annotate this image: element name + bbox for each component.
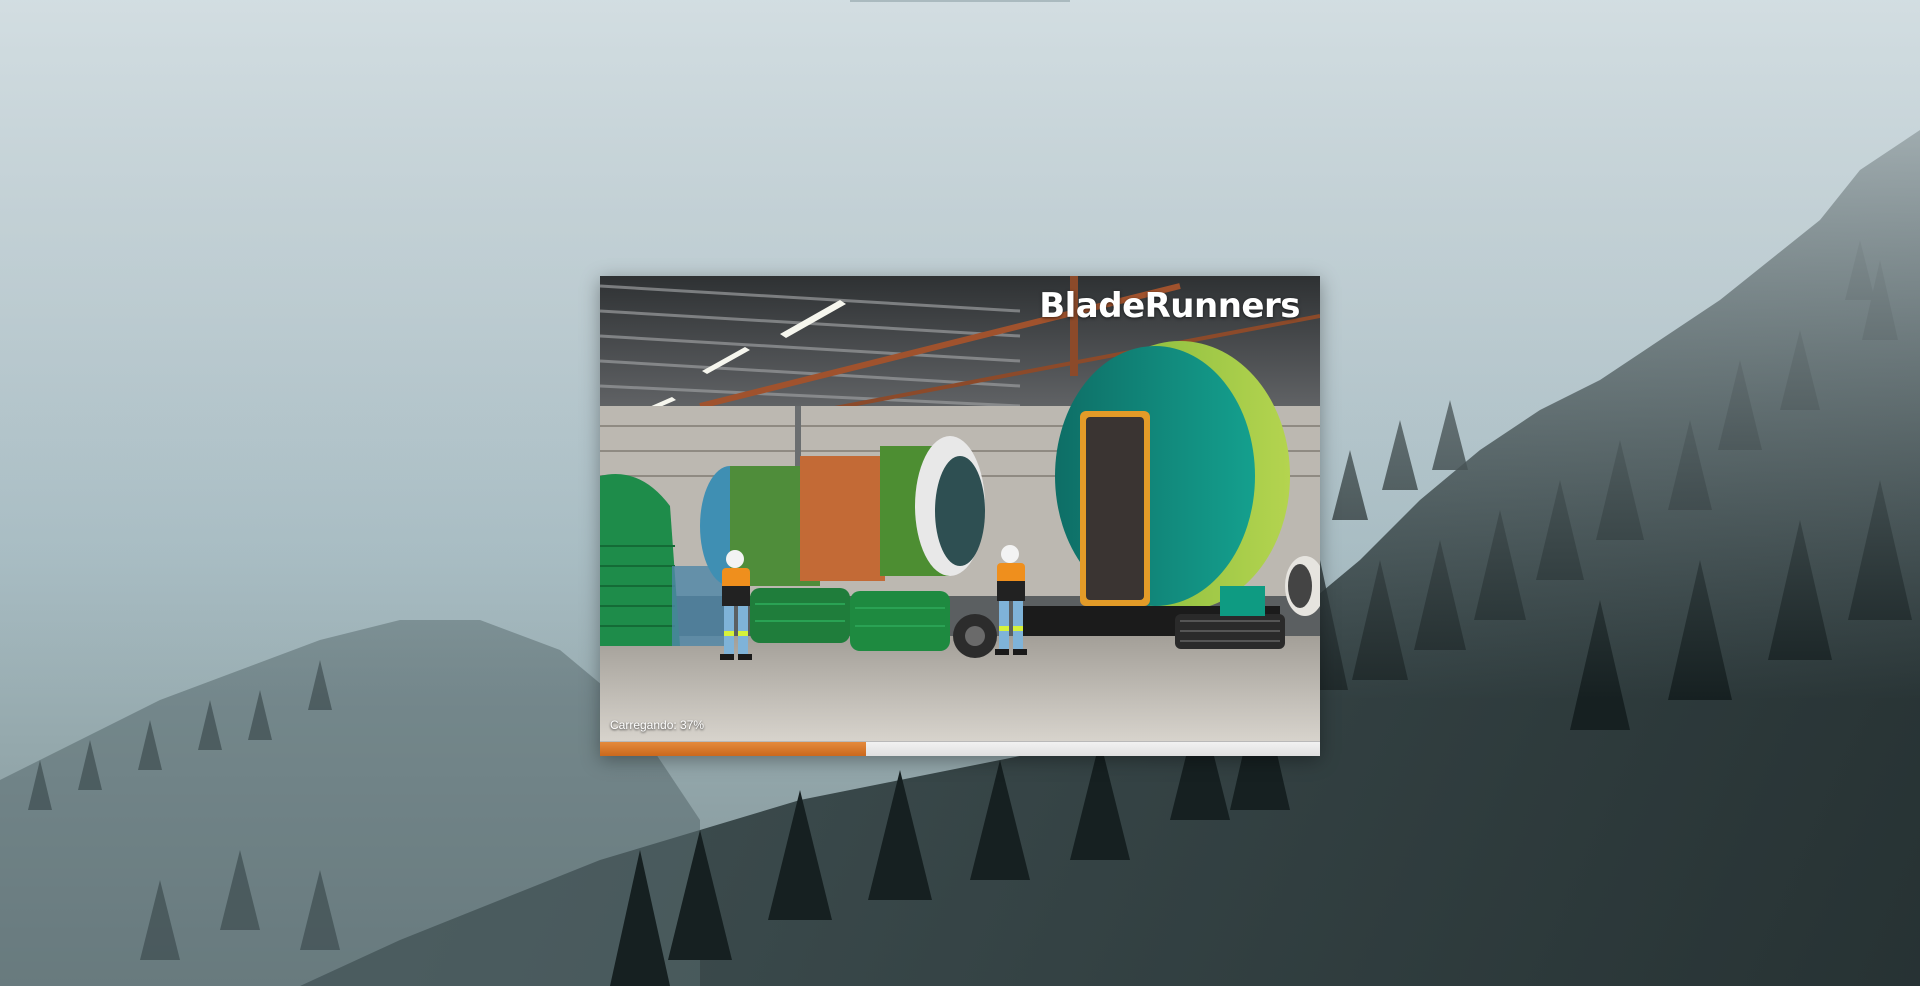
app-title: BladeRunners — [1039, 286, 1300, 326]
loading-progress-fill — [600, 742, 867, 756]
top-edge-line — [850, 0, 1070, 2]
desktop: BladeRunners Carregando: 37% — [0, 0, 1920, 986]
splash-window: BladeRunners Carregando: 37% — [600, 276, 1320, 756]
warehouse-splash-image — [600, 276, 1320, 741]
loading-progress-bar — [600, 741, 1320, 756]
loading-status-text: Carregando: 37% — [610, 718, 705, 732]
